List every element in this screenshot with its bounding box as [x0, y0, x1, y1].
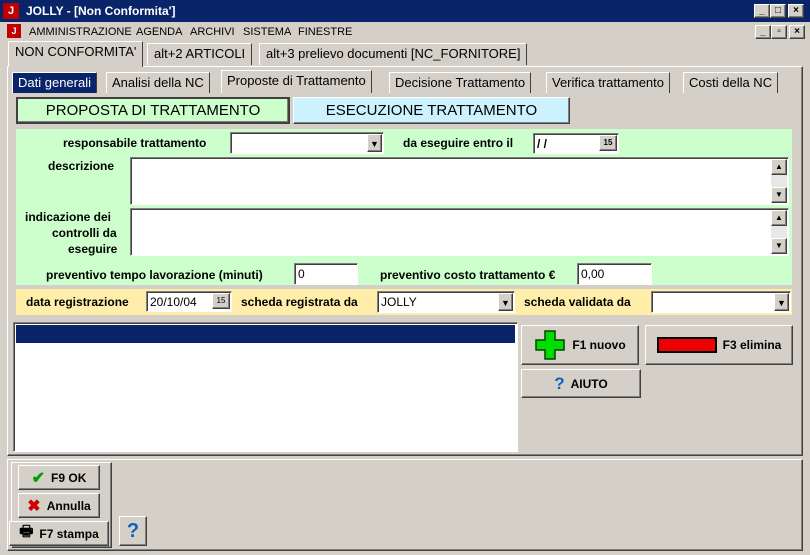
calendar-icon[interactable]: 15 [599, 135, 617, 151]
eseguire-entro-value: / / [537, 137, 548, 151]
maximize-button[interactable]: □ [770, 4, 786, 18]
tempo-value: 0 [298, 267, 305, 281]
controlli-scrollbar[interactable]: ▲ ▼ [771, 210, 787, 254]
aiuto-label: AIUTO [570, 376, 608, 391]
tab-non-conformita[interactable]: NON CONFORMITA' [8, 41, 144, 67]
eseguire-entro-date[interactable]: / / 15 [533, 133, 619, 154]
window-title-bar: J JOLLY - [Non Conformita'] _ □ × [0, 0, 810, 22]
tab-proposte-trattamento[interactable]: Proposte di Trattamento [221, 70, 372, 93]
controlli-textarea[interactable]: ▲ ▼ [130, 208, 789, 256]
registrata-da-select[interactable]: JOLLY ▼ [377, 291, 515, 313]
tab-verifica-trattamento[interactable]: Verifica trattamento [546, 72, 670, 93]
esecuzione-trattamento-button[interactable]: ESECUZIONE TRATTAMENTO [293, 97, 570, 124]
annulla-button[interactable]: ✖ Annulla [18, 493, 100, 518]
scroll-up-icon[interactable]: ▲ [771, 210, 787, 226]
descrizione-textarea[interactable]: ▲ ▼ [130, 157, 789, 205]
data-registrazione-value: 20/10/04 [150, 295, 197, 309]
menu-amministrazione[interactable]: AMMINISTRAZIONE [29, 26, 132, 38]
close-button[interactable]: × [788, 4, 804, 18]
tab-prelievo-documenti[interactable]: alt+3 prelievo documenti [NC_FORNITORE] [259, 43, 528, 65]
doc-icon[interactable]: J [7, 24, 21, 38]
nuovo-label: F1 nuovo [572, 338, 626, 352]
menu-bar: J AMMINISTRAZIONE AGENDA ARCHIVI SISTEMA… [0, 22, 810, 42]
responsabile-select[interactable]: ▼ [230, 132, 384, 154]
descrizione-label: descrizione [48, 159, 115, 173]
question-icon: ? [554, 373, 565, 393]
trattamenti-list[interactable] [13, 322, 518, 452]
tab-costi-nc[interactable]: Costi della NC [683, 72, 779, 93]
minimize-button[interactable]: _ [754, 4, 770, 18]
menu-agenda[interactable]: AGENDA [136, 26, 182, 38]
responsabile-label: responsabile trattamento [63, 136, 207, 150]
minus-icon [656, 337, 717, 353]
data-registrazione-date[interactable]: 20/10/04 15 [146, 291, 232, 312]
ok-button[interactable]: ✔ F9 OK [18, 465, 100, 490]
aiuto-button[interactable]: ? AIUTO [521, 369, 641, 398]
costo-value: 0,00 [581, 267, 605, 281]
child-minimize-button[interactable]: _ [755, 25, 771, 39]
chevron-down-icon[interactable]: ▼ [774, 293, 789, 311]
eseguire-entro-label: da eseguire entro il [403, 136, 514, 150]
tab-articoli[interactable]: alt+2 ARTICOLI [147, 43, 253, 65]
stampa-label: F7 stampa [39, 526, 99, 541]
elimina-button[interactable]: F3 elimina [645, 325, 793, 365]
validata-da-select[interactable]: ▼ [651, 291, 791, 313]
printer-icon: 🖶 [19, 523, 34, 540]
scroll-up-icon[interactable]: ▲ [771, 159, 787, 175]
registrata-da-label: scheda registrata da [241, 295, 358, 309]
scroll-down-icon[interactable]: ▼ [771, 187, 787, 203]
chevron-down-icon[interactable]: ▼ [367, 134, 382, 152]
stampa-button[interactable]: 🖶 F7 stampa [9, 521, 109, 546]
annulla-label: Annulla [46, 498, 91, 513]
tab-decisione-trattamento[interactable]: Decisione Trattamento [389, 72, 532, 93]
cross-icon: ✖ [27, 497, 41, 515]
menu-sistema[interactable]: SISTEMA [243, 26, 291, 38]
nuovo-button[interactable]: F1 nuovo [521, 325, 639, 365]
tempo-label: preventivo tempo lavorazione (minuti) [46, 268, 263, 282]
calendar-icon[interactable]: 15 [212, 293, 230, 309]
proposta-trattamento-button[interactable]: PROPOSTA DI TRATTAMENTO [16, 97, 290, 124]
list-item-selected[interactable] [16, 325, 515, 343]
costo-label: preventivo costo trattamento € [380, 268, 556, 282]
validata-da-label: scheda validata da [524, 295, 631, 309]
elimina-label: F3 elimina [722, 338, 782, 352]
check-icon: ✔ [31, 469, 46, 487]
data-registrazione-label: data registrazione [26, 295, 129, 309]
costo-input[interactable]: 0,00 [577, 263, 652, 285]
descrizione-scrollbar[interactable]: ▲ ▼ [771, 159, 787, 203]
menu-finestre[interactable]: FINESTRE [298, 26, 352, 38]
tab-dati-generali[interactable]: Dati generali [12, 72, 97, 93]
help-button[interactable]: ? [119, 516, 147, 546]
tempo-input[interactable]: 0 [294, 263, 358, 285]
registrata-da-value: JOLLY [381, 295, 417, 309]
window-title: JOLLY - [Non Conformita'] [26, 4, 176, 18]
child-restore-button[interactable]: ▫ [771, 25, 787, 39]
app-icon: J [3, 3, 19, 19]
child-close-button[interactable]: × [789, 25, 805, 39]
tab-analisi-nc[interactable]: Analisi della NC [106, 72, 210, 93]
form-panel [16, 129, 792, 285]
scroll-down-icon[interactable]: ▼ [771, 238, 787, 254]
controlli-label-2: controlli da [52, 226, 117, 240]
controlli-label-1: indicazione dei [25, 210, 112, 224]
plus-icon [535, 330, 566, 360]
menu-archivi[interactable]: ARCHIVI [190, 26, 235, 38]
chevron-down-icon[interactable]: ▼ [498, 293, 513, 311]
controlli-label-3: eseguire [68, 242, 118, 256]
ok-label: F9 OK [51, 470, 87, 485]
